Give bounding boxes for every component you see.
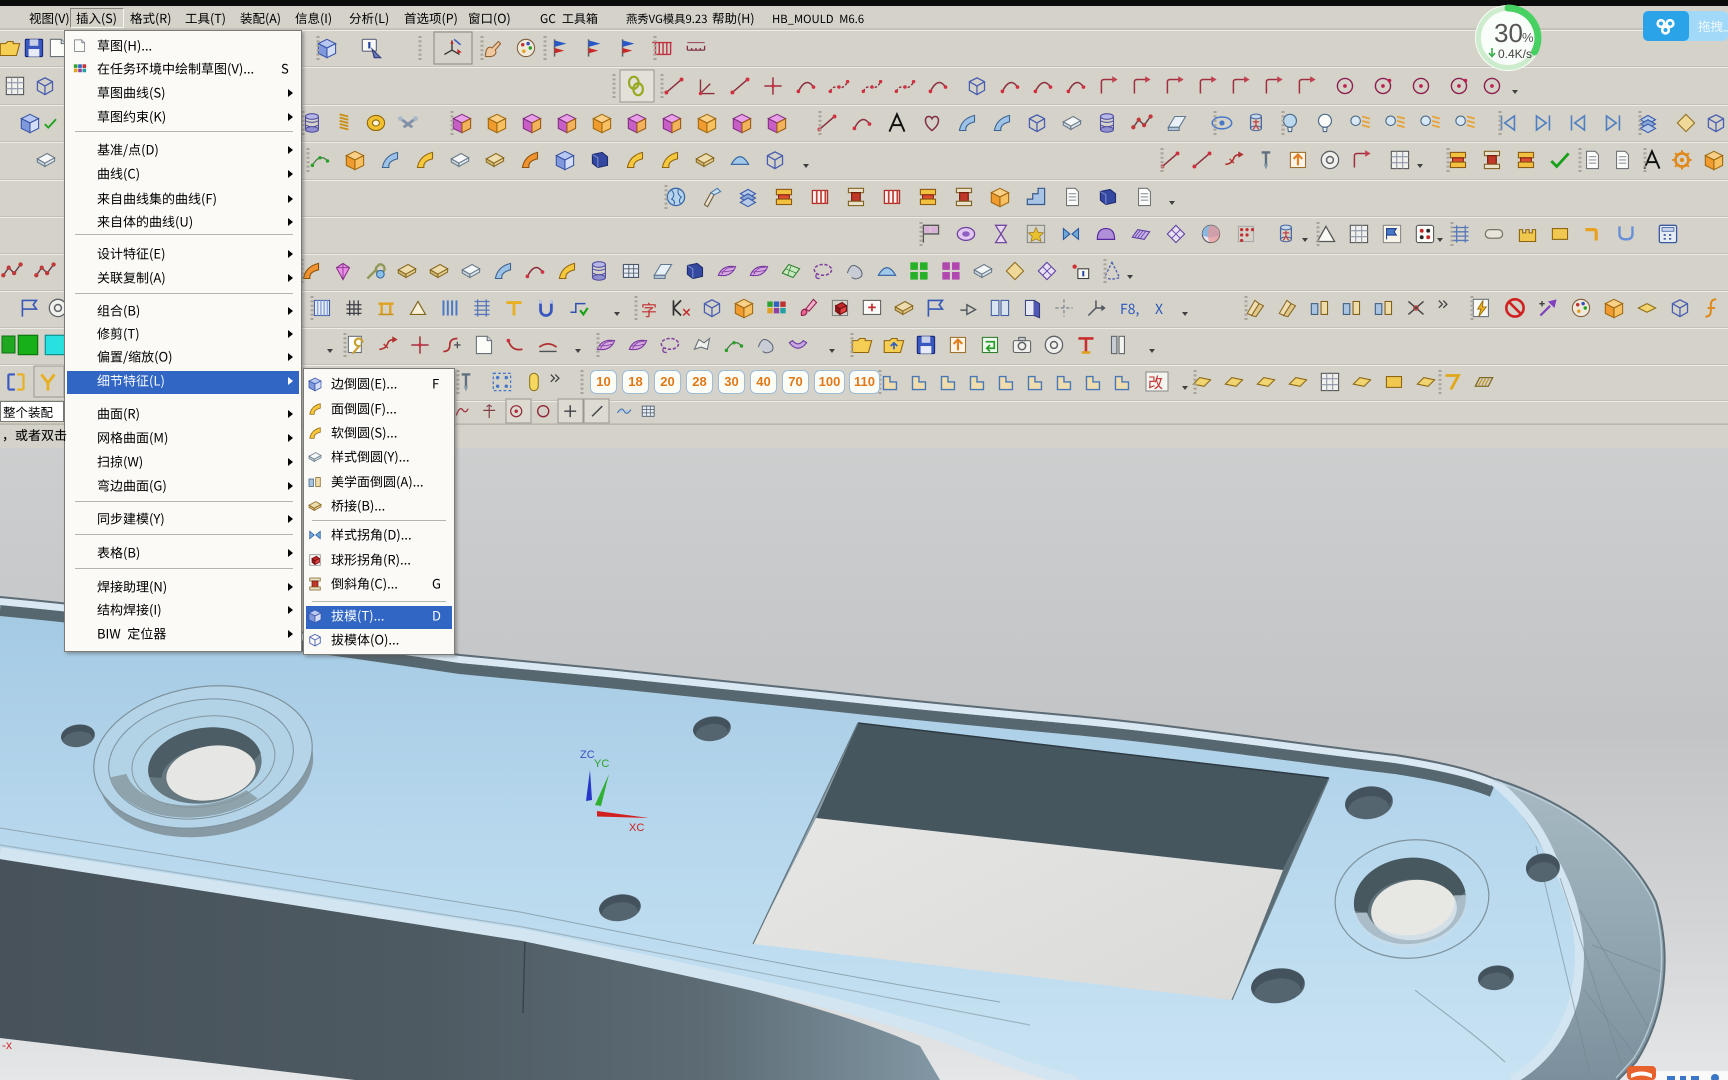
svg-text:30: 30 xyxy=(1494,18,1523,48)
svg-text:%: % xyxy=(1522,30,1534,45)
svg-text:0.4K/s: 0.4K/s xyxy=(1498,47,1532,61)
